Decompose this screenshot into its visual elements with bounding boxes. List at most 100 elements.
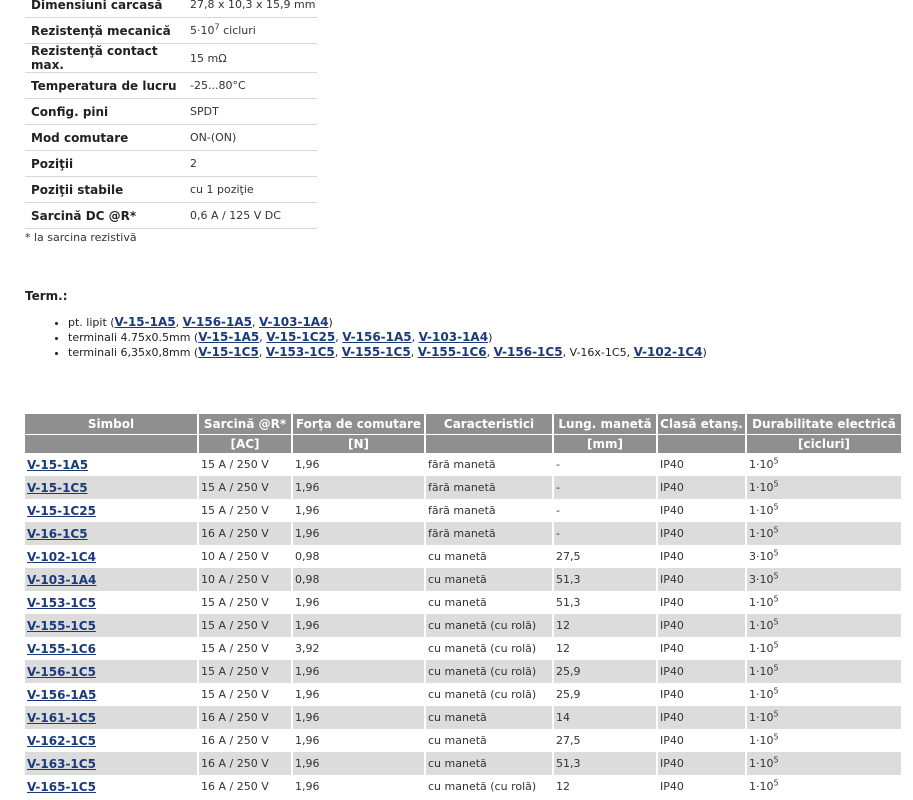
ip-class-cell: IP40	[658, 614, 745, 637]
terminal-product-link[interactable]: V-103-1A4	[259, 315, 328, 329]
product-link[interactable]: V-155-1C6	[27, 642, 96, 656]
product-link[interactable]: V-161-1C5	[27, 711, 96, 725]
product-link[interactable]: V-153-1C5	[27, 596, 96, 610]
force-cell: 1,96	[295, 458, 320, 471]
durability-base: 3·10	[749, 573, 774, 586]
product-link[interactable]: V-15-1C25	[27, 504, 96, 518]
product-link[interactable]: V-165-1C5	[27, 780, 96, 794]
terminal-product-link[interactable]: V-15-1A5	[198, 330, 259, 344]
table-row: V-16-1C5 16 A / 250 V 1,96 fără manetă - IP40…	[25, 522, 901, 545]
column-unit	[25, 434, 197, 453]
terminal-item: pt. lipit (V-15-1A5, V-156-1A5, V-103-1A…	[68, 315, 707, 330]
product-link[interactable]: V-163-1C5	[27, 757, 96, 771]
spec-row: Rezistenţă contact max. 15 mΩ	[25, 43, 317, 73]
lever-length-cell: 25,9	[554, 660, 656, 683]
product-link[interactable]: V-156-1C5	[27, 665, 96, 679]
product-link[interactable]: V-15-1C5	[27, 481, 88, 495]
durability-exponent: 5	[773, 571, 779, 581]
spec-value: 2	[184, 150, 317, 177]
durability-exponent: 5	[773, 525, 779, 535]
durability-cell: 1·105	[747, 591, 901, 614]
spec-value: cu 1 poziţie	[184, 176, 317, 203]
spec-value-text: 27,8 x 10,3 x 15,9 mm	[190, 0, 316, 11]
load-cell: 16 A / 250 V	[199, 752, 291, 775]
ip-class-cell: IP40	[658, 522, 745, 545]
symbol-cell: V-155-1C6	[25, 637, 197, 660]
features-cell: fără manetă	[428, 504, 496, 517]
table-row: V-163-1C5 16 A / 250 V 1,96 cu manetă 51,3 IP…	[25, 752, 901, 775]
features-cell: cu manetă	[426, 752, 552, 775]
durability-cell: 1·105	[747, 453, 901, 476]
terminal-product-link[interactable]: V-156-1C5	[494, 345, 563, 359]
load-cell: 16 A / 250 V	[199, 522, 291, 545]
terminal-product-link[interactable]: V-153-1C5	[266, 345, 335, 359]
spec-label: Mod comutare	[25, 124, 184, 151]
symbol-cell: V-15-1A5	[25, 453, 197, 476]
product-link[interactable]: V-162-1C5	[27, 734, 96, 748]
lever-length-cell: 51,3	[556, 596, 581, 609]
terminal-product-link[interactable]: V-155-1C5	[342, 345, 411, 359]
product-link[interactable]: V-15-1A5	[27, 458, 88, 472]
terminal-product-link[interactable]: V-15-1C25	[266, 330, 335, 344]
force-cell: 1,96	[295, 780, 320, 793]
terminal-product-link[interactable]: V-102-1C4	[634, 345, 703, 359]
spec-row: Poziţii 2	[25, 150, 317, 177]
lever-length-cell: -	[556, 458, 560, 471]
lever-length-cell: 25,9	[556, 688, 581, 701]
ip-class-cell: IP40	[660, 780, 684, 793]
spec-label: Dimensiuni carcasă	[25, 0, 184, 18]
column-header: Sarcină @R*	[199, 414, 291, 434]
durability-cell: 1·105	[747, 499, 901, 522]
terminal-product-link[interactable]: V-155-1C6	[418, 345, 487, 359]
durability-exponent: 5	[773, 686, 779, 696]
durability-cell: 1·105	[747, 476, 901, 499]
table-row: V-155-1C5 15 A / 250 V 1,96 cu manetă (cu r…	[25, 614, 901, 637]
load-cell: 16 A / 250 V	[199, 706, 291, 729]
product-link[interactable]: V-16-1C5	[27, 527, 88, 541]
force-cell: 3,92	[295, 642, 320, 655]
durability-cell: 1·105	[747, 522, 901, 545]
force-cell: 1,96	[293, 752, 424, 775]
spec-value-text: 2	[190, 157, 197, 170]
ip-class-cell: IP40	[658, 476, 745, 499]
header-row: Simbol Sarcină @R* Forţa de comutare Caract…	[25, 414, 901, 434]
lever-length-cell: 27,5	[556, 734, 581, 747]
spec-value-text: cu 1 poziţie	[190, 183, 254, 196]
ip-class-cell: IP40	[658, 706, 745, 729]
spec-row: Poziţii stabile cu 1 poziţie	[25, 176, 317, 203]
terminal-product-link[interactable]: V-103-1A4	[419, 330, 488, 344]
column-unit	[426, 434, 552, 453]
spec-label: Temperatura de lucru	[25, 72, 184, 99]
products-table-header: Simbol Sarcină @R* Forţa de comutare Caract…	[25, 414, 901, 453]
terminal-product-link[interactable]: V-15-1A5	[115, 315, 176, 329]
terminal-product-link[interactable]: V-156-1A5	[183, 315, 252, 329]
features-cell: cu manetă	[428, 734, 487, 747]
spec-row: Temperatura de lucru -25...80°C	[25, 72, 317, 99]
product-link[interactable]: V-156-1A5	[27, 688, 96, 702]
spec-label: Config. pini	[25, 98, 184, 125]
load-cell: 16 A / 250 V	[201, 780, 269, 793]
load-cell: 15 A / 250 V	[201, 504, 269, 517]
specifications-body: Dimensiuni carcasă 27,8 x 10,3 x 15,9 mm R…	[25, 0, 317, 229]
table-row: V-153-1C5 15 A / 250 V 1,96 cu manetă 51,3 IP…	[25, 591, 901, 614]
spec-row: Dimensiuni carcasă 27,8 x 10,3 x 15,9 mm	[25, 0, 317, 18]
lever-length-cell: -	[554, 476, 656, 499]
load-cell: 10 A / 250 V	[201, 550, 269, 563]
product-link[interactable]: V-102-1C4	[27, 550, 96, 564]
load-cell: 15 A / 250 V	[199, 614, 291, 637]
features-cell: cu manetă (cu rolă)	[426, 614, 552, 637]
spec-label: Sarcină DC @R*	[25, 202, 184, 229]
symbol-cell: V-15-1C25	[25, 499, 197, 522]
force-cell: 1,96	[293, 614, 424, 637]
features-cell: fără manetă	[428, 458, 496, 471]
features-cell: cu manetă (cu rolă)	[428, 780, 537, 793]
terminal-item: terminali 4.75x0.5mm (V-15-1A5, V-15-1C2…	[68, 330, 707, 345]
terminals-label: Term.:	[25, 289, 68, 303]
product-link[interactable]: V-155-1C5	[27, 619, 96, 633]
terminal-product-link[interactable]: V-15-1C5	[198, 345, 259, 359]
durability-exponent: 5	[773, 640, 779, 650]
product-link[interactable]: V-103-1A4	[27, 573, 96, 587]
durability-cell: 1·105	[747, 683, 901, 706]
terminal-product-link[interactable]: V-156-1A5	[342, 330, 411, 344]
durability-cell: 1·105	[747, 660, 901, 683]
